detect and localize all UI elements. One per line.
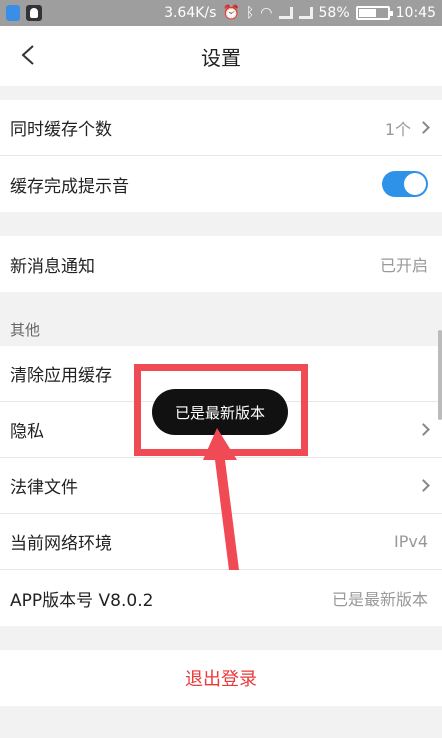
cache-count-row[interactable]: 同时缓存个数 1个 [0, 100, 442, 156]
legal-label: 法律文件 [10, 478, 78, 498]
status-bar: 3.64K/s ⏰ ᛒ ◠ 58% 10:45 [0, 0, 442, 26]
logout-button[interactable]: 退出登录 [0, 650, 442, 706]
clock: 10:45 [395, 5, 436, 21]
header: 设置 [0, 26, 442, 86]
chevron-right-icon [417, 479, 430, 492]
notification-label: 新消息通知 [10, 256, 95, 277]
shield-app-icon [6, 5, 20, 21]
bluetooth-icon: ᛒ [245, 5, 255, 21]
toggle-knob [404, 173, 426, 195]
cache-sound-row: 缓存完成提示音 [0, 156, 442, 212]
alarm-icon: ⏰ [222, 5, 240, 21]
wifi-icon: ◠ [260, 5, 273, 21]
version-label: APP版本号 V8.0.2 [10, 590, 154, 611]
privacy-label: 隐私 [10, 422, 44, 442]
signal-icon [278, 7, 293, 19]
chevron-right-icon [417, 423, 430, 436]
cache-count-value: 1个 [384, 119, 411, 139]
cache-settings-group: 同时缓存个数 1个 缓存完成提示音 [0, 100, 442, 212]
cache-sound-label: 缓存完成提示音 [10, 176, 129, 197]
qq-app-icon [26, 5, 42, 21]
annotation-arrow-icon [203, 428, 239, 570]
signal-icon-2 [298, 7, 313, 19]
cache-sound-toggle[interactable] [382, 171, 428, 197]
page-title: 设置 [201, 45, 241, 70]
battery-percent: 58% [318, 5, 350, 21]
battery-icon [355, 6, 393, 20]
network-speed: 3.64K/s [164, 5, 217, 21]
network-label: 当前网络环境 [10, 534, 112, 554]
back-arrow-icon[interactable] [18, 44, 40, 66]
chevron-right-icon [417, 121, 430, 134]
scrollbar [438, 330, 442, 420]
notification-row[interactable]: 新消息通知 已开启 [0, 236, 442, 292]
cache-count-label: 同时缓存个数 [10, 120, 112, 140]
version-value: 已是最新版本 [331, 590, 428, 609]
others-section-title: 其他 [0, 312, 442, 346]
network-value: IPv4 [393, 532, 428, 551]
notification-group: 新消息通知 已开启 [0, 236, 442, 292]
notification-value: 已开启 [379, 256, 428, 275]
version-row[interactable]: APP版本号 V8.0.2 已是最新版本 [0, 570, 442, 626]
clear-cache-label: 清除应用缓存 [10, 366, 112, 386]
